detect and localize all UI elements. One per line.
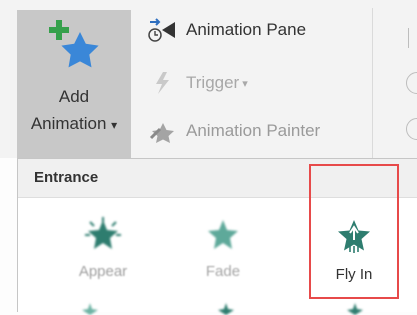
animation-pane-icon [148, 18, 175, 42]
add-animation-star-plus-icon [49, 20, 99, 68]
effect-label-appear: Appear [78, 263, 128, 280]
ribbon-divider [372, 8, 373, 158]
add-animation-label-line1: Add [58, 87, 90, 106]
ribbon-partial-control[interactable] [408, 28, 417, 48]
effect-label-fade: Fade [205, 263, 241, 280]
effect-star-icon [347, 303, 363, 315]
lightning-icon [156, 72, 169, 94]
fade-star-icon [208, 220, 238, 249]
effect-star-icon [218, 303, 234, 315]
animation-pane-button[interactable]: Animation Pane [148, 17, 306, 43]
trigger-button[interactable]: Trigger ▾ [148, 70, 248, 96]
appear-star-icon [85, 217, 121, 249]
fly-in-star-icon [338, 220, 370, 253]
animation-painter-label: Animation Painter [186, 121, 321, 140]
effect-star-icon [82, 303, 98, 315]
ribbon-partial-radio[interactable] [406, 72, 417, 94]
animation-gallery: Entrance Appear Fade Fly In [17, 158, 417, 315]
animation-painter-icon [149, 123, 174, 143]
ribbon-partial-radio[interactable] [406, 118, 417, 140]
animation-painter-button[interactable]: Animation Painter [148, 118, 320, 144]
add-animation-button[interactable]: Add Animation ▾ [17, 10, 131, 158]
effect-fly-in[interactable]: Fly In [309, 164, 399, 299]
section-title-entrance: Entrance [34, 169, 99, 186]
effect-label-fly-in: Fly In [335, 266, 373, 283]
chevron-down-icon: ▾ [111, 118, 118, 132]
animation-ribbon: Add Animation ▾ Animation Pane Trigger ▾… [0, 0, 417, 158]
effect-fade[interactable]: Fade [168, 199, 278, 307]
animation-pane-label: Animation Pane [186, 20, 307, 39]
trigger-label: Trigger [186, 73, 240, 92]
effect-appear[interactable]: Appear [48, 199, 158, 307]
add-animation-label-line2: Animation ▾ [30, 114, 118, 133]
chevron-down-icon: ▾ [242, 77, 248, 90]
